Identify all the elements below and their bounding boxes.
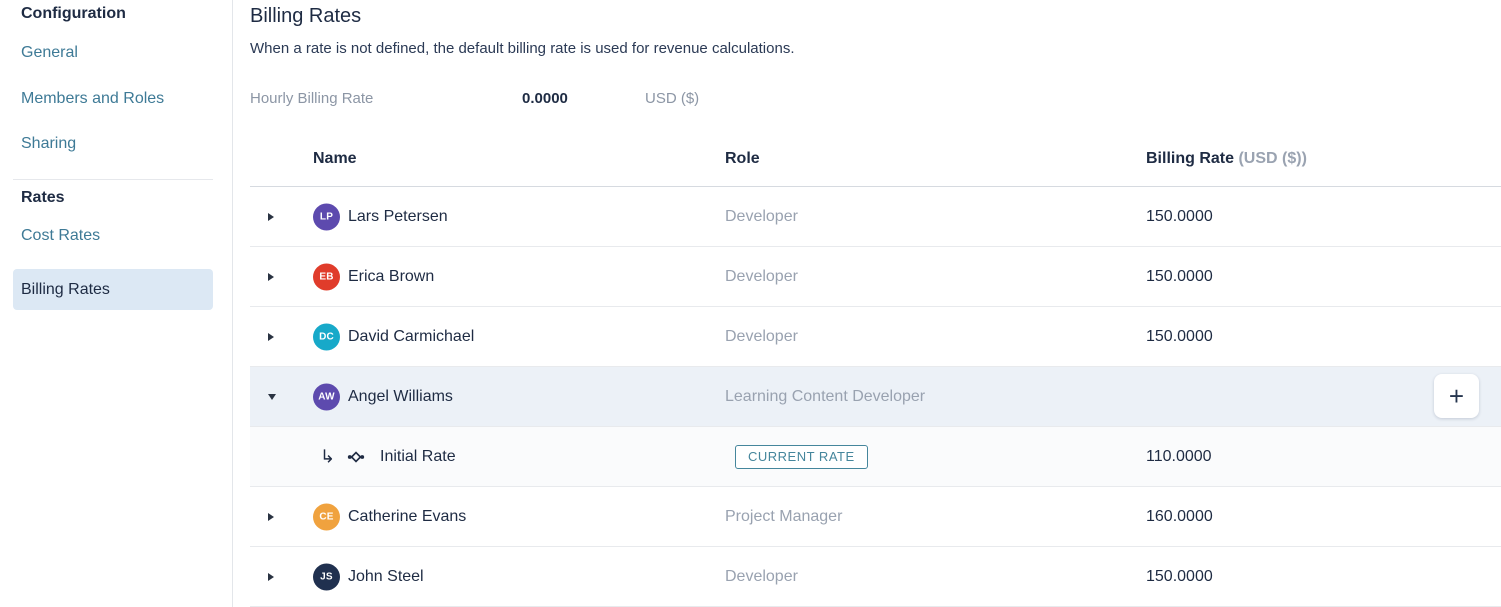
rate-period-label: Initial Rate bbox=[380, 448, 456, 466]
member-name: David Carmichael bbox=[348, 328, 474, 346]
table-row: LP Lars Petersen Developer 150.0000 bbox=[250, 187, 1501, 247]
expand-caret-icon[interactable] bbox=[268, 213, 274, 221]
avatar: JS bbox=[313, 563, 340, 590]
default-rate-row: Hourly Billing Rate 0.0000 USD ($) bbox=[250, 90, 1501, 110]
current-rate-badge: CURRENT RATE bbox=[735, 445, 868, 469]
avatar-initials: JS bbox=[320, 571, 333, 582]
hourly-billing-rate-label: Hourly Billing Rate bbox=[250, 90, 373, 107]
billing-rate-value[interactable]: 110.0000 bbox=[1146, 448, 1212, 466]
billing-rates-table: Name Role Billing Rate (USD ($)) LP Lars… bbox=[250, 146, 1501, 607]
avatar: AW bbox=[313, 383, 340, 410]
subitem-arrow-icon: ↳ bbox=[320, 446, 335, 467]
table-row-expanded: AW Angel Williams Learning Content Devel… bbox=[250, 367, 1501, 427]
main-content: Billing Rates When a rate is not defined… bbox=[250, 0, 1501, 607]
avatar-initials: AW bbox=[318, 391, 335, 402]
column-header-rate-unit: (USD ($)) bbox=[1238, 150, 1306, 167]
billing-rates-settings-page: Configuration General Members and Roles … bbox=[0, 0, 1501, 607]
billing-rate-value[interactable]: 150.0000 bbox=[1146, 568, 1213, 586]
sidebar-divider bbox=[13, 179, 213, 180]
column-header-billing-rate: Billing Rate (USD ($)) bbox=[1146, 150, 1307, 168]
billing-rate-value[interactable]: 150.0000 bbox=[1146, 328, 1213, 346]
rate-period-subrow: ↳ Initial Rate CURRENT RATE 110.0000 bbox=[250, 427, 1501, 487]
table-row: DC David Carmichael Developer 150.0000 bbox=[250, 307, 1501, 367]
sidebar-item-cost-rates[interactable]: Cost Rates bbox=[21, 227, 100, 245]
member-role[interactable]: Developer bbox=[725, 568, 798, 586]
column-header-billing-rate-label: Billing Rate bbox=[1146, 150, 1234, 167]
expand-caret-icon[interactable] bbox=[268, 573, 274, 581]
avatar: CE bbox=[313, 503, 340, 530]
expand-caret-icon[interactable] bbox=[268, 513, 274, 521]
sidebar-item-sharing[interactable]: Sharing bbox=[21, 135, 76, 153]
avatar: EB bbox=[313, 263, 340, 290]
member-role[interactable]: Developer bbox=[725, 328, 798, 346]
column-header-role: Role bbox=[725, 150, 760, 168]
member-role[interactable]: Developer bbox=[725, 208, 798, 226]
avatar-initials: DC bbox=[319, 331, 334, 342]
expand-caret-icon[interactable] bbox=[268, 333, 274, 341]
column-header-name: Name bbox=[313, 150, 357, 168]
avatar-initials: CE bbox=[319, 511, 333, 522]
collapse-caret-icon[interactable] bbox=[268, 394, 276, 400]
settings-sidebar: Configuration General Members and Roles … bbox=[0, 0, 233, 607]
page-description: When a rate is not defined, the default … bbox=[250, 40, 1501, 57]
member-name: Lars Petersen bbox=[348, 208, 448, 226]
billing-rate-value[interactable]: 150.0000 bbox=[1146, 208, 1213, 226]
add-rate-button[interactable]: + bbox=[1434, 374, 1479, 418]
avatar-initials: EB bbox=[319, 271, 333, 282]
member-role[interactable]: Learning Content Developer bbox=[725, 388, 925, 406]
avatar: LP bbox=[313, 203, 340, 230]
hourly-billing-rate-value[interactable]: 0.0000 bbox=[522, 90, 568, 107]
table-row: JS John Steel Developer 150.0000 bbox=[250, 547, 1501, 607]
sidebar-item-members-and-roles[interactable]: Members and Roles bbox=[21, 90, 164, 108]
sidebar-item-general[interactable]: General bbox=[21, 44, 78, 62]
sidebar-item-billing-rates[interactable]: Billing Rates bbox=[13, 269, 213, 310]
sidebar-section-rates: Rates bbox=[21, 189, 65, 207]
billing-rate-value[interactable]: 150.0000 bbox=[1146, 268, 1213, 286]
member-name: John Steel bbox=[348, 568, 424, 586]
member-name: Angel Williams bbox=[348, 388, 453, 406]
page-title: Billing Rates bbox=[250, 0, 1501, 29]
currency-label: USD ($) bbox=[645, 90, 699, 107]
table-row: CE Catherine Evans Project Manager 160.0… bbox=[250, 487, 1501, 547]
member-role[interactable]: Project Manager bbox=[725, 508, 842, 526]
avatar: DC bbox=[313, 323, 340, 350]
sidebar-section-configuration: Configuration bbox=[21, 5, 126, 23]
avatar-initials: LP bbox=[320, 211, 333, 222]
member-name: Catherine Evans bbox=[348, 508, 466, 526]
member-name: Erica Brown bbox=[348, 268, 434, 286]
rate-period-icon bbox=[345, 446, 367, 468]
member-role[interactable]: Developer bbox=[725, 268, 798, 286]
table-row: EB Erica Brown Developer 150.0000 bbox=[250, 247, 1501, 307]
table-header: Name Role Billing Rate (USD ($)) bbox=[250, 146, 1501, 187]
billing-rate-value[interactable]: 160.0000 bbox=[1146, 508, 1213, 526]
expand-caret-icon[interactable] bbox=[268, 273, 274, 281]
